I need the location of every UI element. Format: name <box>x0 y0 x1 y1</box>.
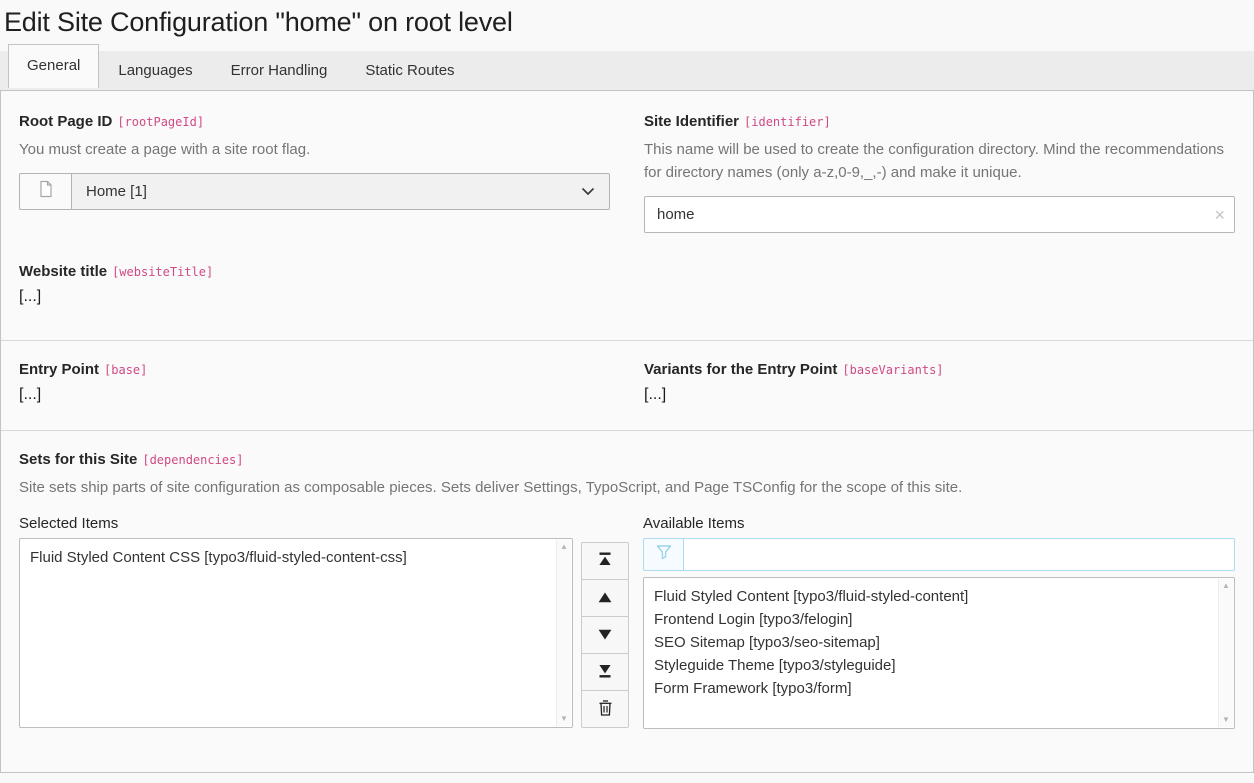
website-title-label: Website title [websiteTitle] <box>19 263 1235 280</box>
root-page-select[interactable]: Home [1] <box>71 173 610 210</box>
selected-items-label: Selected Items <box>19 515 573 532</box>
chevron-down-icon <box>581 183 595 200</box>
move-to-top-icon <box>597 552 613 570</box>
section-entry-point: Entry Point [base] [...] Variants for the… <box>1 341 1253 431</box>
website-title-collapsed-value: [...] <box>19 288 1235 306</box>
page-icon-addon <box>19 173 71 210</box>
selected-items-column: Selected Items Fluid Styled Content CSS … <box>19 515 573 728</box>
move-to-top-button[interactable] <box>581 542 629 580</box>
available-item-option[interactable]: SEO Sitemap [typo3/seo-sitemap] <box>644 631 1210 654</box>
dependencies-label: Sets for this Site [dependencies] <box>19 451 1235 468</box>
field-entry-point: Entry Point [base] [...] <box>19 361 610 404</box>
page-icon <box>38 180 54 203</box>
move-up-icon <box>598 591 612 606</box>
available-item-option[interactable]: Form Framework [typo3/form] <box>644 677 1210 700</box>
available-items-column: Available Items Fl <box>643 515 1235 729</box>
website-title-label-text: Website title <box>19 263 107 280</box>
section-general-top: Root Page ID [rootPageId] You must create… <box>1 113 1253 341</box>
tab-languages[interactable]: Languages <box>99 52 211 90</box>
site-identifier-label-text: Site Identifier <box>644 113 739 130</box>
trash-icon <box>597 699 614 720</box>
available-items-scrollbar[interactable]: ▲ ▼ <box>1218 579 1233 727</box>
scroll-up-icon[interactable]: ▲ <box>1222 582 1230 590</box>
filter-funnel-icon <box>656 544 672 565</box>
tab-error-handling[interactable]: Error Handling <box>212 52 347 90</box>
dependencies-description: Site sets ship parts of site configurati… <box>19 476 1235 499</box>
tab-general[interactable]: General <box>8 44 99 88</box>
tab-panel-general: Root Page ID [rootPageId] You must create… <box>0 91 1254 773</box>
base-variants-code: [baseVariants] <box>842 363 943 377</box>
filter-icon-addon <box>643 538 683 571</box>
move-up-button[interactable] <box>581 579 629 617</box>
root-page-id-description: You must create a page with a site root … <box>19 138 610 161</box>
root-page-id-code: [rootPageId] <box>117 115 204 129</box>
selected-items-listbox[interactable]: Fluid Styled Content CSS [typo3/fluid-st… <box>19 538 573 728</box>
dependencies-code: [dependencies] <box>142 453 243 467</box>
root-page-select-value: Home [1] <box>86 183 147 200</box>
field-root-page-id: Root Page ID [rootPageId] You must create… <box>19 113 610 233</box>
tabbar: General Languages Error Handling Static … <box>0 51 1254 91</box>
site-identifier-description: This name will be used to create the con… <box>644 138 1235 184</box>
list-controls <box>581 542 629 728</box>
available-items-listbox[interactable]: Fluid Styled Content [typo3/fluid-styled… <box>643 577 1235 729</box>
section-dependencies: Sets for this Site [dependencies] Site se… <box>1 431 1253 729</box>
scroll-up-icon[interactable]: ▲ <box>560 543 568 551</box>
available-items-filter-input[interactable] <box>683 538 1235 571</box>
selected-item-option[interactable]: Fluid Styled Content CSS [typo3/fluid-st… <box>20 546 548 569</box>
move-down-icon <box>598 628 612 643</box>
clear-icon[interactable]: × <box>1214 206 1225 224</box>
base-variants-label: Variants for the Entry Point [baseVariant… <box>644 361 1235 378</box>
dependencies-label-text: Sets for this Site <box>19 451 137 468</box>
move-to-bottom-icon <box>597 663 613 681</box>
entry-point-code: [base] <box>104 363 147 377</box>
available-item-option[interactable]: Frontend Login [typo3/felogin] <box>644 608 1210 631</box>
base-variants-collapsed-value: [...] <box>644 386 1235 404</box>
field-base-variants: Variants for the Entry Point [baseVariant… <box>644 361 1235 404</box>
move-to-bottom-button[interactable] <box>581 653 629 691</box>
site-identifier-label: Site Identifier [identifier] <box>644 113 1235 130</box>
site-identifier-input[interactable] <box>645 197 1234 232</box>
entry-point-label-text: Entry Point <box>19 361 99 378</box>
website-title-code: [websiteTitle] <box>112 265 213 279</box>
base-variants-label-text: Variants for the Entry Point <box>644 361 837 378</box>
field-site-identifier: Site Identifier [identifier] This name wi… <box>644 113 1235 233</box>
root-page-id-label-text: Root Page ID <box>19 113 112 130</box>
available-item-option[interactable]: Styleguide Theme [typo3/styleguide] <box>644 654 1210 677</box>
site-identifier-code: [identifier] <box>744 115 831 129</box>
entry-point-label: Entry Point [base] <box>19 361 610 378</box>
site-configuration-page: Edit Site Configuration "home" on root l… <box>0 7 1254 783</box>
entry-point-collapsed-value: [...] <box>19 386 610 404</box>
available-item-option[interactable]: Fluid Styled Content [typo3/fluid-styled… <box>644 585 1210 608</box>
tab-static-routes[interactable]: Static Routes <box>346 52 473 90</box>
remove-item-button[interactable] <box>581 690 629 728</box>
available-items-label: Available Items <box>643 515 1235 532</box>
page-title: Edit Site Configuration "home" on root l… <box>4 7 1254 38</box>
root-page-id-label: Root Page ID [rootPageId] <box>19 113 610 130</box>
selected-items-scrollbar[interactable]: ▲ ▼ <box>556 540 571 726</box>
field-website-title: Website title [websiteTitle] [...] <box>19 263 1235 306</box>
scroll-down-icon[interactable]: ▼ <box>560 715 568 723</box>
move-down-button[interactable] <box>581 616 629 654</box>
scroll-down-icon[interactable]: ▼ <box>1222 716 1230 724</box>
